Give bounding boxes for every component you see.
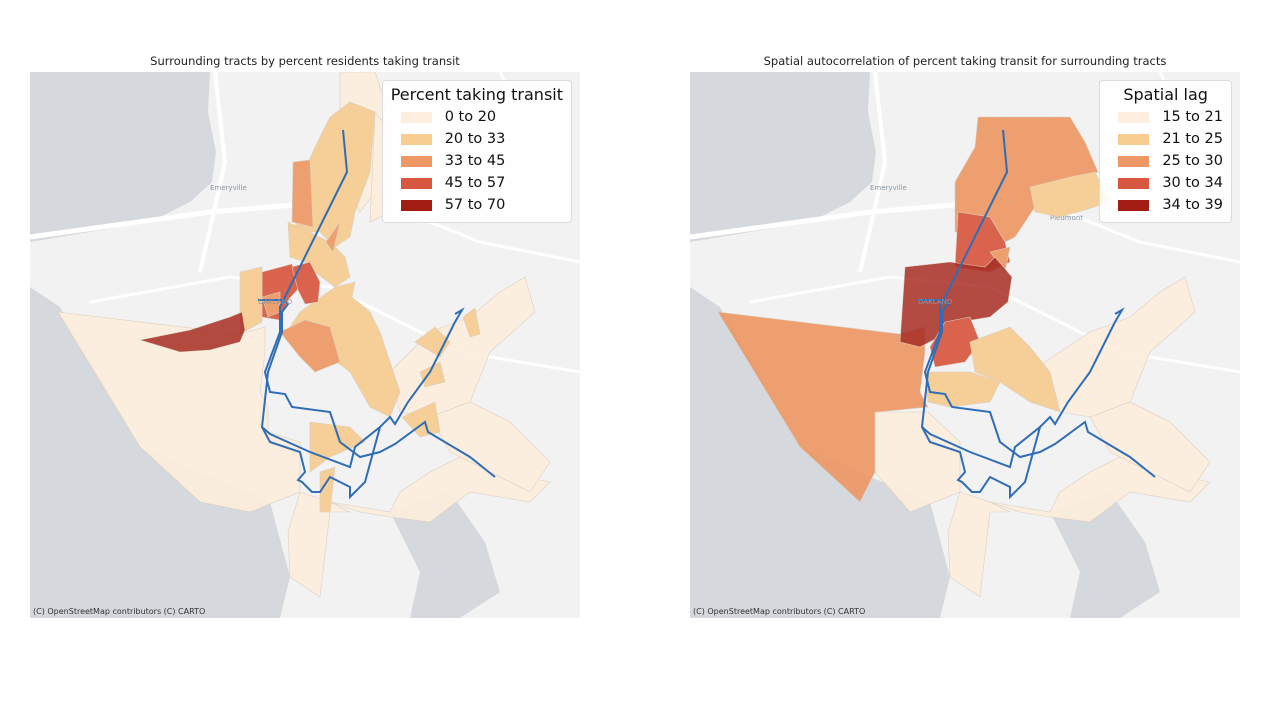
legend-item: 30 to 34 — [1108, 172, 1223, 194]
place-label-emeryville: Emeryville — [210, 184, 247, 192]
legend-title: Spatial lag — [1123, 85, 1208, 104]
legend-swatch — [400, 133, 432, 145]
map-attribution: (C) OpenStreetMap contributors (C) CARTO — [693, 607, 866, 616]
map-title-right: Spatial autocorrelation of percent takin… — [763, 54, 1167, 68]
legend-item: 21 to 25 — [1108, 128, 1223, 150]
legend-label: 45 to 57 — [444, 175, 506, 191]
legend-percent-transit: Percent taking transit 0 to 20 20 to 33 … — [381, 80, 572, 223]
legend-label: 20 to 33 — [444, 131, 506, 147]
legend-label: 15 to 21 — [1162, 109, 1223, 125]
legend-swatch — [400, 111, 432, 123]
legend-label: 25 to 30 — [1162, 153, 1223, 169]
legend-item: 33 to 45 — [391, 150, 563, 172]
legend-swatch — [1118, 155, 1150, 167]
legend-swatch — [1118, 111, 1150, 123]
map-panel-spatial-lag[interactable]: Emeryville Piedmont OAKLAND (C) OpenStre… — [690, 72, 1240, 618]
tract — [291, 159, 314, 228]
legend-swatch — [400, 177, 432, 189]
legend-item: 15 to 21 — [1108, 106, 1223, 128]
legend-label: 21 to 25 — [1162, 131, 1223, 147]
legend-item: 25 to 30 — [1108, 150, 1223, 172]
legend-item: 45 to 57 — [391, 172, 563, 194]
place-label-emeryville: Emeryville — [870, 184, 907, 192]
map-title-left: Surrounding tracts by percent residents … — [150, 54, 460, 68]
legend-label: 0 to 20 — [444, 109, 497, 125]
legend-swatch — [1118, 133, 1150, 145]
legend-label: 34 to 39 — [1162, 197, 1223, 213]
map-attribution: (C) OpenStreetMap contributors (C) CARTO — [33, 607, 206, 616]
legend-item: 34 to 39 — [1108, 194, 1223, 216]
legend-swatch — [1118, 177, 1150, 189]
place-label-oakland: OAKLAND — [918, 298, 952, 306]
legend-swatch — [1118, 199, 1150, 211]
legend-label: 30 to 34 — [1162, 175, 1223, 191]
legend-label: 33 to 45 — [444, 153, 506, 169]
legend-title: Percent taking transit — [390, 85, 563, 104]
legend-spatial-lag: Spatial lag 15 to 21 21 to 25 25 to 30 3… — [1099, 80, 1232, 223]
legend-item: 20 to 33 — [391, 128, 563, 150]
legend-item: 57 to 70 — [391, 194, 563, 216]
legend-swatch — [400, 155, 432, 167]
map-panel-transit-percent[interactable]: Emeryville OAKLAND (C) OpenStreetMap con… — [30, 72, 580, 618]
legend-item: 0 to 20 — [391, 106, 563, 128]
place-label-oakland: OAKLAND — [258, 298, 292, 306]
legend-swatch — [400, 199, 432, 211]
legend-label: 57 to 70 — [444, 197, 506, 213]
